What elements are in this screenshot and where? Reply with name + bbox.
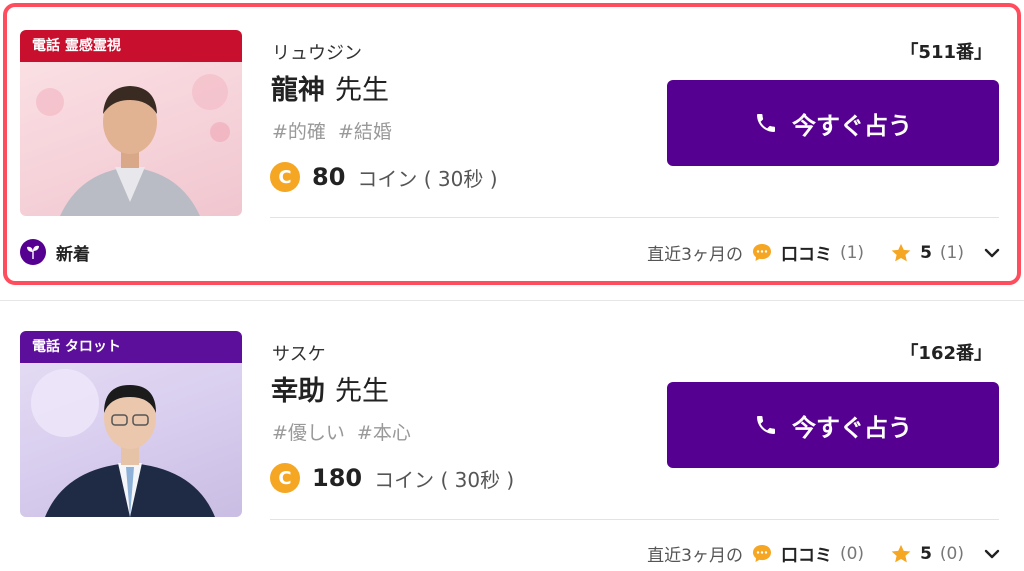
tag[interactable]: #結婚 xyxy=(338,117,392,144)
rating-count: (0) xyxy=(939,543,964,564)
rank-number: 「162番」 xyxy=(900,343,992,364)
tag[interactable]: #優しい xyxy=(272,418,345,445)
teller-reading: リュウジン xyxy=(272,43,362,64)
review-count: (1) xyxy=(839,242,865,263)
call-now-button[interactable]: 今すぐ占う xyxy=(667,382,999,468)
price-row: C 80 コイン ( 30秒 ) xyxy=(270,162,498,192)
teller-name-row: 幸助 先生 xyxy=(271,369,389,408)
review-label[interactable]: 口コミ xyxy=(781,541,832,566)
review-stats: 直近3ヶ月の 口コミ (1) 5 (1) xyxy=(647,240,1002,265)
chevron-down-icon[interactable] xyxy=(982,243,1002,263)
teller-card[interactable]: 電話 霊感霊視 リュウジン 龍神 先生 #的確 #結婚 C 80 コイン (3… xyxy=(0,0,1024,288)
call-now-label: 今すぐ占う xyxy=(792,413,912,442)
teller-name: 幸助 xyxy=(271,376,325,407)
review-stats: 直近3ヶ月の 口コミ (0) 5 (0) xyxy=(647,541,1002,566)
rank-number: 「511番」 xyxy=(900,42,992,63)
divider xyxy=(270,519,999,520)
price-unit: コイン ( 30秒 ) xyxy=(374,467,515,492)
teller-card[interactable]: 電話 タロット サスケ 幸助 先生 #優しい #本心 C 180 コイン (3… xyxy=(0,300,1024,571)
phone-icon xyxy=(757,114,775,132)
tag-list: #優しい #本心 xyxy=(272,418,411,445)
teller-photo[interactable]: 電話 タロット xyxy=(20,331,242,517)
teller-title: 先生 xyxy=(335,75,389,106)
recent-label: 直近3ヶ月の xyxy=(647,546,743,566)
review-label[interactable]: 口コミ xyxy=(781,240,832,265)
price-unit: コイン ( 30秒 ) xyxy=(357,166,498,191)
category-label: 電話 霊感霊視 xyxy=(20,30,242,62)
phone-icon xyxy=(757,416,775,434)
star-icon xyxy=(891,544,911,562)
coin-icon: C xyxy=(270,162,300,192)
new-badge: 新着 xyxy=(20,239,90,265)
category-label: 電話 タロット xyxy=(20,331,242,363)
call-now-label: 今すぐ占う xyxy=(792,111,912,140)
teller-title: 先生 xyxy=(335,376,389,407)
rating-value: 5 xyxy=(920,242,932,263)
tag[interactable]: #的確 xyxy=(272,117,326,144)
price-row: C 180 コイン ( 30秒 ) xyxy=(270,463,514,493)
recent-label: 直近3ヶ月の xyxy=(647,245,743,265)
price-value: 80 xyxy=(312,163,346,191)
sprout-icon xyxy=(20,239,46,265)
review-count: (0) xyxy=(839,543,865,564)
call-now-button[interactable]: 今すぐ占う xyxy=(667,80,999,166)
portrait-image xyxy=(36,74,230,216)
chat-bubble-icon xyxy=(752,243,771,261)
coin-icon: C xyxy=(270,463,300,493)
teller-name: 龍神 xyxy=(271,75,325,106)
portrait-image xyxy=(31,369,215,517)
star-icon xyxy=(891,243,911,261)
price-value: 180 xyxy=(312,464,363,492)
teller-photo[interactable]: 電話 霊感霊視 xyxy=(20,30,242,216)
tag-list: #的確 #結婚 xyxy=(272,117,392,144)
new-label: 新着 xyxy=(56,244,90,265)
chevron-down-icon[interactable] xyxy=(982,544,1002,564)
chat-bubble-icon xyxy=(752,544,771,562)
divider xyxy=(270,217,999,218)
tag[interactable]: #本心 xyxy=(357,418,411,445)
rating-value: 5 xyxy=(920,543,932,564)
fortune-teller-list: 電話 霊感霊視 リュウジン 龍神 先生 #的確 #結婚 C 80 コイン (3… xyxy=(0,0,1024,571)
rating-count: (1) xyxy=(939,242,964,263)
teller-reading: サスケ xyxy=(272,344,326,365)
teller-name-row: 龍神 先生 xyxy=(271,68,389,107)
